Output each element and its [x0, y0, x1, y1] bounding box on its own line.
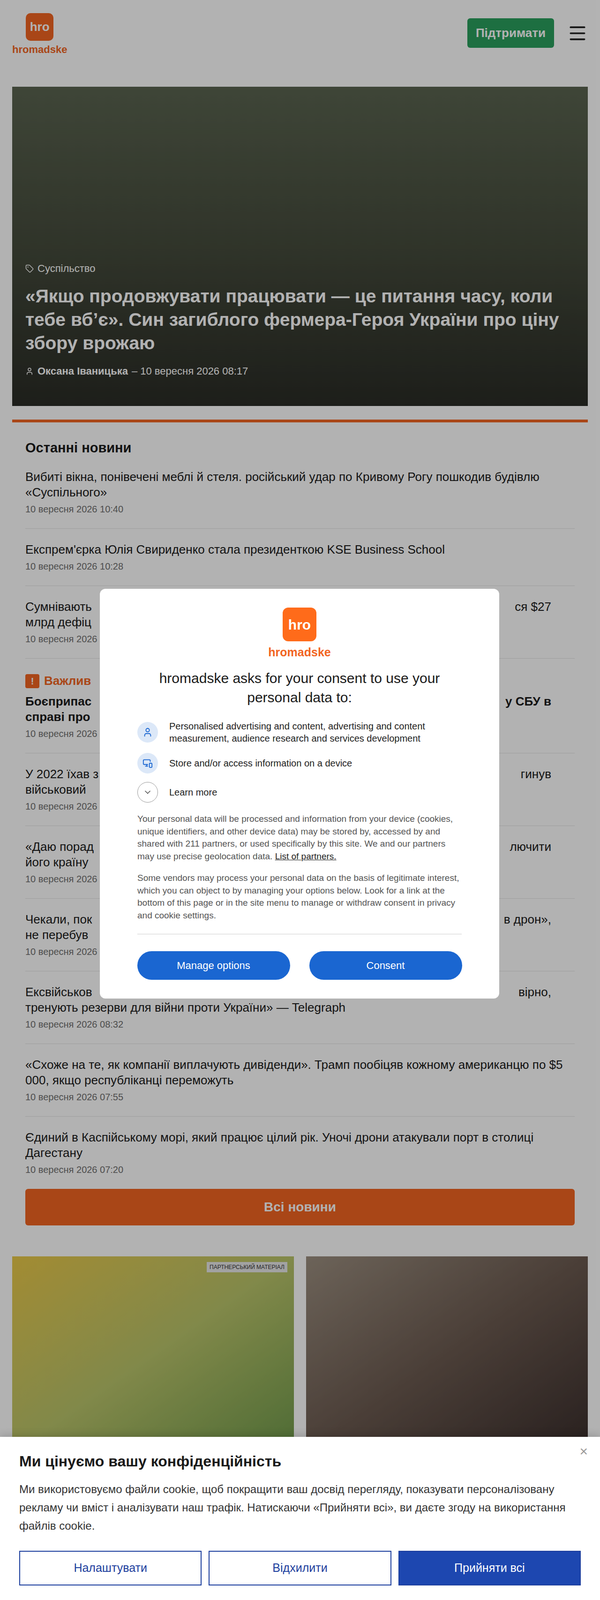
modal-divider [137, 933, 462, 935]
purpose-list: Personalised advertising and content, ad… [137, 720, 462, 803]
learn-more[interactable]: Learn more [137, 781, 462, 803]
banner-button[interactable]: Налаштувати [19, 1550, 202, 1586]
modal-button[interactable]: Manage options [137, 951, 291, 980]
modal-paragraph: Your personal data will be processed and… [137, 812, 462, 863]
device-icon [142, 757, 153, 769]
banner-button[interactable]: Прийняти всі [398, 1550, 581, 1586]
modal-paragraph: Some vendors may process your personal d… [137, 871, 462, 922]
cookie-banner: ×Ми цінуємо вашу конфіденційність Ми вико… [0, 1436, 600, 1600]
purpose-item: Store and/or access information on a dev… [137, 752, 462, 774]
close-button[interactable]: × [579, 1444, 588, 1459]
consent-modal: hro hromadske hromadske asks for your cons… [99, 588, 500, 999]
modal-buttons: Manage options Consent [137, 951, 463, 980]
banner-buttons: НалаштуватиВідхилитиПрийняти всі [19, 1550, 581, 1586]
chevron-down-icon [142, 787, 153, 797]
banner-title: Ми цінуємо вашу конфіденційність [19, 1451, 581, 1471]
partners-link[interactable]: List of partners. [275, 851, 337, 862]
person-icon [142, 727, 153, 738]
modal-heading: hromadske asks for your consent to use y… [137, 668, 462, 707]
banner-button[interactable]: Відхилити [208, 1550, 391, 1586]
purpose-item: Personalised advertising and content, ad… [137, 720, 462, 745]
modal-logo: hro [282, 607, 317, 642]
page: hrohromadskeПідтриматиСуспільство«Якщо п… [0, 0, 600, 1600]
modal-brand: hromadske [268, 645, 331, 660]
modal-button[interactable]: Consent [309, 951, 463, 980]
banner-text: Ми використовуємо файли cookie, щоб покр… [19, 1479, 581, 1535]
